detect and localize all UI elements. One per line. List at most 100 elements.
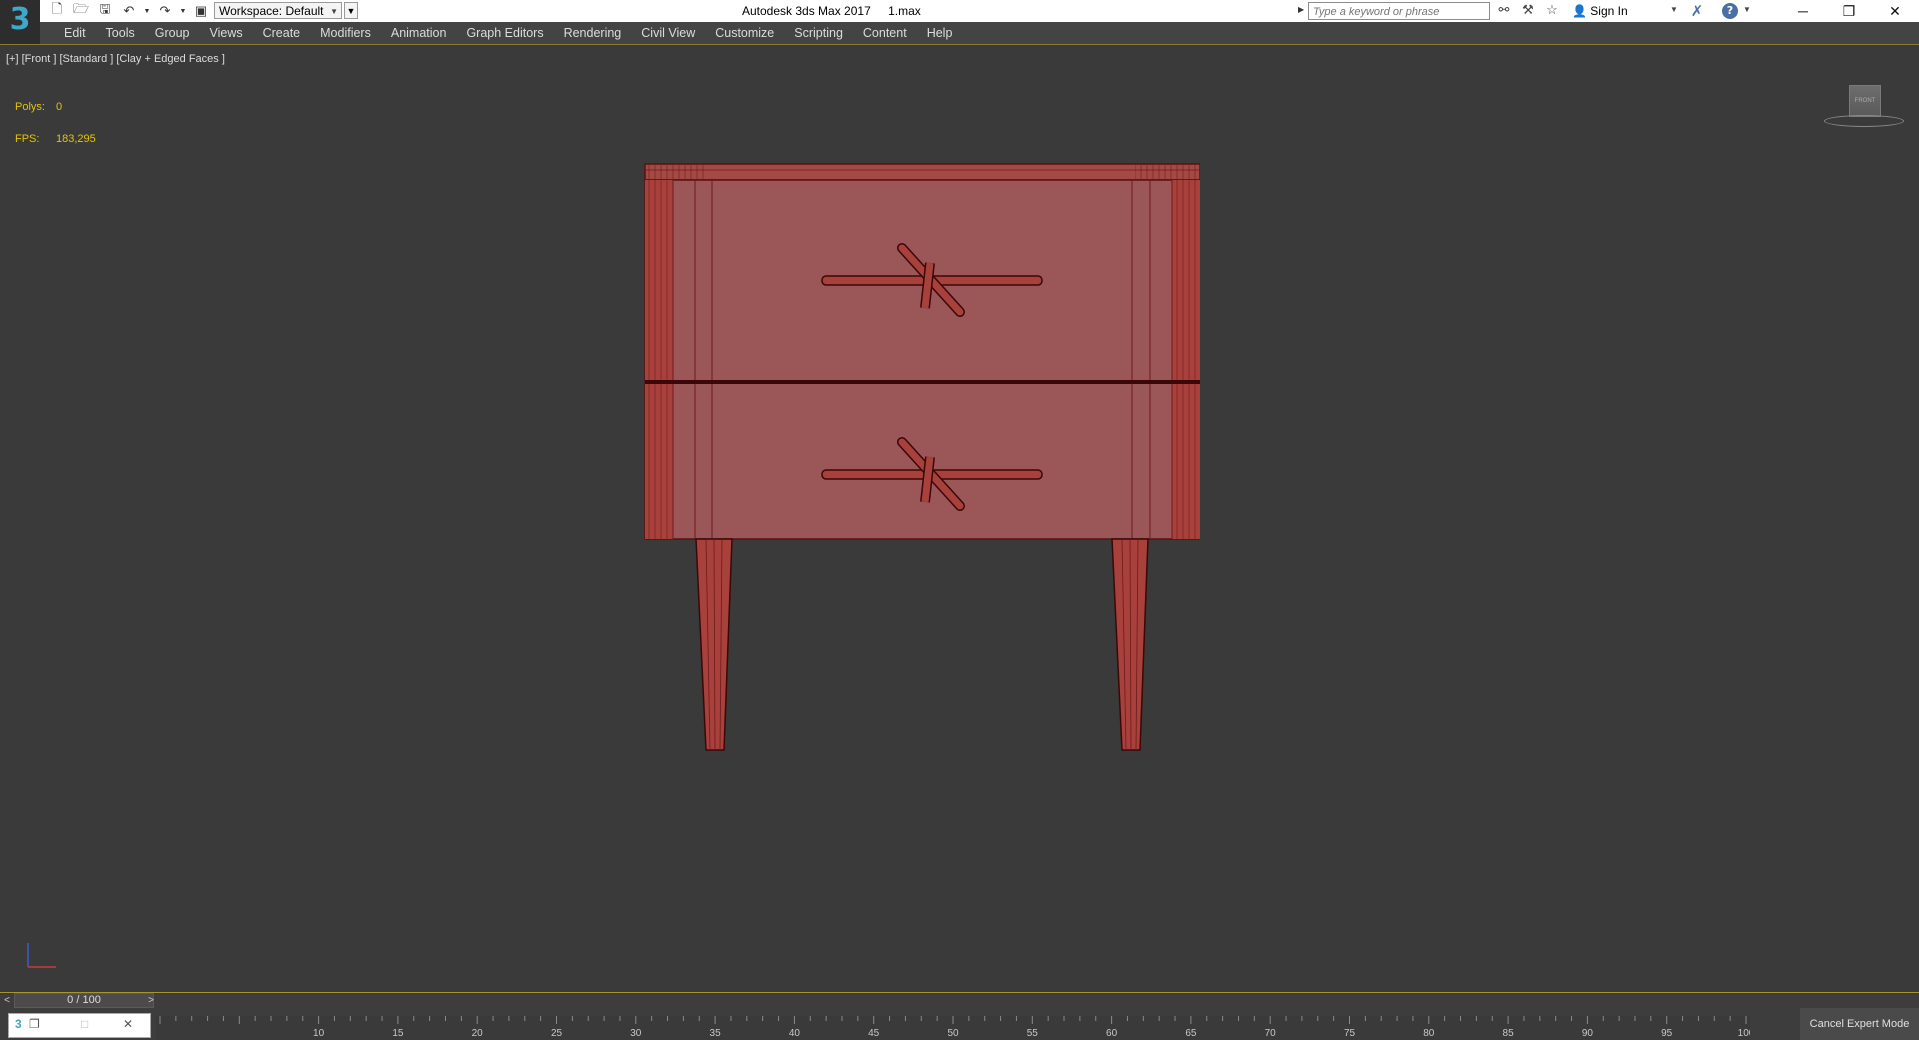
previous-frame-button[interactable]: < <box>0 993 14 1008</box>
stat-value: 183,295 <box>56 133 96 145</box>
redo-dropdown-icon[interactable]: ▼ <box>180 2 187 20</box>
track-tick-label: 45 <box>868 1028 880 1039</box>
menu-bar: Edit Tools Group Views Create Modifiers Animat… <box>0 22 1919 45</box>
file-name: 1.max <box>888 4 921 18</box>
undo-icon[interactable]: ↶ <box>120 2 138 20</box>
tabletop-edges-left <box>645 164 705 180</box>
redo-icon[interactable]: ↷ <box>156 2 174 20</box>
user-icon: 👤 <box>1572 4 1587 18</box>
chevron-down-icon[interactable]: ▼ <box>1670 5 1678 14</box>
viewcube-compass-ring[interactable] <box>1824 115 1904 127</box>
maxscript-mini-listener[interactable]: 3 ❐ □ ✕ <box>8 1013 151 1038</box>
time-slider[interactable]: < 0 / 100 > <box>0 993 1919 1008</box>
search-expand-icon[interactable]: ▶ <box>1298 5 1304 14</box>
menu-item-animation[interactable]: Animation <box>381 22 457 44</box>
menu-list: Edit Tools Group Views Create Modifiers Animat… <box>54 22 962 44</box>
search-box <box>1308 2 1490 21</box>
stat-key: Polys: <box>15 101 45 113</box>
track-tick-label: 25 <box>551 1028 563 1039</box>
menu-item-civil-view[interactable]: Civil View <box>631 22 705 44</box>
undo-dropdown-icon[interactable]: ▼ <box>144 2 151 20</box>
menu-item-rendering[interactable]: Rendering <box>554 22 632 44</box>
application-menu-button[interactable]: 3 <box>0 0 40 44</box>
track-tick-label: 80 <box>1423 1028 1435 1039</box>
chevron-down-icon[interactable]: ▼ <box>1743 5 1751 14</box>
menu-item-graph-editors[interactable]: Graph Editors <box>456 22 553 44</box>
save-icon[interactable]: 🖫 <box>96 1 114 20</box>
track-tick-label: 55 <box>1027 1028 1039 1039</box>
leg-left <box>695 538 733 751</box>
menu-item-help[interactable]: Help <box>917 22 963 44</box>
viewcube[interactable]: FRONT <box>1824 85 1908 131</box>
sign-in-label: Sign In <box>1590 4 1628 18</box>
stat-row-fps: FPS: 183,295 <box>15 133 96 165</box>
tabletop <box>644 163 1200 181</box>
viewport-label-menu[interactable]: [+] [Front ] [Standard ] [Clay + Edged F… <box>6 53 225 65</box>
track-tick-label: 75 <box>1344 1028 1356 1039</box>
nightstand-model[interactable] <box>640 115 1200 815</box>
subscription-icon[interactable]: ⚒ <box>1520 2 1536 18</box>
cancel-expert-mode-button[interactable]: Cancel Expert Mode <box>1800 1008 1919 1040</box>
favorites-star-icon[interactable]: ☆ <box>1544 2 1560 18</box>
menu-item-edit[interactable]: Edit <box>54 22 96 44</box>
front-viewport[interactable]: [+] [Front ] [Standard ] [Clay + Edged F… <box>0 45 1919 993</box>
track-tick-label: 50 <box>947 1028 959 1039</box>
close-icon[interactable]: ✕ <box>123 1017 133 1031</box>
track-tick-label: 65 <box>1185 1028 1197 1039</box>
menu-item-views[interactable]: Views <box>199 22 252 44</box>
maxscript-icon: 3 <box>15 1017 22 1031</box>
app-logo-icon: 3 <box>9 2 31 37</box>
app-name: Autodesk 3ds Max 2017 <box>742 4 871 18</box>
track-tick-label: 10 <box>313 1028 325 1039</box>
track-tick-label: 60 <box>1106 1028 1118 1039</box>
binoculars-icon[interactable]: ⚯ <box>1496 2 1512 18</box>
infocenter-icons: ⚯ ⚒ ☆ <box>1496 2 1560 18</box>
track-tick-label: 40 <box>789 1028 801 1039</box>
stat-value: 0 <box>56 101 63 113</box>
leg-right <box>1111 538 1149 751</box>
workspace-dropdown[interactable]: Workspace: Default ▼ <box>214 2 342 19</box>
track-bar[interactable]: 10 15 20 25 30 35 40 45 50 55 60 65 70 75 80 85 90 95 100 <box>156 1016 1750 1040</box>
minimize-button[interactable]: ─ <box>1780 0 1826 22</box>
menu-item-content[interactable]: Content <box>853 22 917 44</box>
window-icon: ❐ <box>29 1017 40 1031</box>
workspace-label: Workspace: Default <box>219 4 324 18</box>
track-tick-label: 30 <box>630 1028 642 1039</box>
track-tick-label: 35 <box>710 1028 722 1039</box>
next-frame-button[interactable]: > <box>144 993 158 1008</box>
menu-item-create[interactable]: Create <box>253 22 311 44</box>
quick-access-toolbar: 🗋 🗁 🖫 ↶ ▼ ↷ ▼ ▣ <box>48 1 210 20</box>
viewport-statistics: Polys: 0 FPS: 183,295 <box>15 101 96 165</box>
viewcube-front-face[interactable]: FRONT <box>1849 85 1881 117</box>
tabletop-edges-right <box>1135 164 1200 180</box>
sign-in-button[interactable]: 👤 Sign In <box>1572 4 1628 18</box>
title-bar: 🗋 🗁 🖫 ↶ ▼ ↷ ▼ ▣ Workspace: Default ▼ ▼ A… <box>0 0 1919 22</box>
new-file-icon[interactable]: 🗋 <box>48 1 66 20</box>
track-tick-label: 20 <box>472 1028 484 1039</box>
menu-item-tools[interactable]: Tools <box>96 22 145 44</box>
time-slider-thumb[interactable]: 0 / 100 <box>14 993 154 1008</box>
customize-qat-button[interactable]: ▼ <box>344 2 358 19</box>
track-tick-label: 95 <box>1661 1028 1673 1039</box>
window-title: Autodesk 3ds Max 2017 1.max <box>742 4 935 18</box>
search-input[interactable] <box>1309 3 1485 21</box>
drawer-divider <box>645 380 1200 384</box>
bottom-bar: 3 ❐ □ ✕ 10 15 20 25 30 35 40 45 50 55 60 65 70 75 80 85… <box>0 1008 1919 1040</box>
menu-item-group[interactable]: Group <box>145 22 200 44</box>
menu-item-scripting[interactable]: Scripting <box>784 22 853 44</box>
menu-item-customize[interactable]: Customize <box>705 22 784 44</box>
menu-item-modifiers[interactable]: Modifiers <box>310 22 381 44</box>
chevron-down-icon: ▼ <box>330 7 338 16</box>
track-tick-label: 85 <box>1503 1028 1515 1039</box>
axis-tripod-icon <box>27 943 56 968</box>
close-button[interactable]: ✕ <box>1872 0 1918 22</box>
exchange-apps-icon[interactable]: ✗ <box>1688 3 1706 19</box>
open-file-icon[interactable]: 🗁 <box>72 1 90 20</box>
restore-button[interactable]: ❐ <box>1826 0 1872 22</box>
blank-icon: □ <box>81 1017 89 1031</box>
stat-key: FPS: <box>15 133 40 145</box>
project-folder-icon[interactable]: ▣ <box>192 2 210 20</box>
help-icon[interactable]: ? <box>1722 3 1738 19</box>
track-tick-label: 100 <box>1738 1028 1750 1039</box>
track-tick-label: 90 <box>1582 1028 1594 1039</box>
